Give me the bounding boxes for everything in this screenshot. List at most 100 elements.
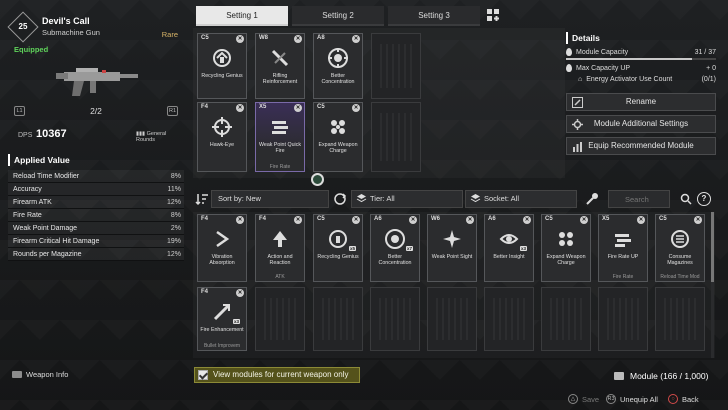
inventory-module-card[interactable]: C5 ✕ Expand Weapon Charge — [541, 214, 591, 282]
back-button[interactable]: ○ Back — [668, 394, 699, 404]
search-icon[interactable] — [680, 193, 692, 205]
weapon-level-badge: 25 — [7, 11, 39, 43]
socket-icon: ✕ — [352, 104, 360, 112]
weapon-header: 25 Devil's Call Submachine Gun Rare Equi… — [7, 10, 184, 54]
socket-icon: ✕ — [352, 35, 360, 43]
module-name: Fire Enhancement — [200, 327, 244, 333]
vibration-icon — [209, 226, 235, 252]
module-stack-count: x7 — [405, 246, 413, 251]
stat-label: Fire Rate — [13, 212, 42, 219]
empty-module-slot[interactable] — [371, 33, 421, 99]
help-icon[interactable]: ? — [697, 192, 711, 206]
stat-label: Accuracy — [13, 186, 42, 193]
stat-value: 12% — [166, 251, 181, 258]
equipped-module-card[interactable]: A8 ✕ Better Concentration — [313, 33, 363, 99]
inventory-module-card[interactable]: W6 ✕ Weak Point Sight — [427, 214, 477, 282]
dps-label: DPS — [18, 132, 33, 139]
equip-recommended-button[interactable]: Equip Recommended Module — [566, 137, 716, 155]
quick-fire-icon — [267, 114, 293, 140]
triangle-button-icon: △ — [568, 394, 578, 404]
inventory-module-card[interactable]: A6 ✕ x7 Better Concentration — [370, 214, 420, 282]
details-title: Details — [566, 32, 716, 44]
weapon-name: Devil's Call — [42, 16, 90, 26]
inventory-module-card[interactable]: F4 ✕ Vibration Absorption — [197, 214, 247, 282]
inventory-module-card[interactable]: C5 ✕ x5 Recycling Genius — [313, 214, 363, 282]
tab-setting-2[interactable]: Setting 2 — [292, 6, 384, 26]
search-input[interactable] — [608, 190, 670, 208]
socket-icon: ✕ — [352, 216, 360, 224]
next-weapon-key[interactable]: R1 — [167, 106, 178, 116]
recycle-module-icon — [325, 226, 351, 252]
module-name: Expand Weapon Charge — [546, 254, 586, 266]
module-capacity: C5 — [317, 104, 325, 110]
module-box-icon — [614, 372, 624, 380]
empty-module-slot[interactable] — [371, 102, 421, 172]
ammo-type: ▮▮▮ General Rounds — [136, 131, 184, 143]
applied-value-panel: Applied Value Reload Time Modifier 8% Acc… — [8, 154, 184, 261]
dps-row: DPS 10367 ▮▮▮ General Rounds — [18, 128, 184, 143]
inventory-module-card[interactable]: F4 ✕ x3 Fire Enhancement Bullet Improvem — [197, 287, 247, 351]
stat-label: Weak Point Damage — [13, 225, 78, 232]
socket-icon: ✕ — [294, 216, 302, 224]
inventory-module-card[interactable]: X5 ✕ Fire Rate UP Fire Rate — [598, 214, 648, 282]
module-stack-count: x3 — [232, 319, 240, 324]
module-name: Better Concentration — [378, 254, 412, 266]
socket-icon: ✕ — [409, 216, 417, 224]
inventory-module-card[interactable]: F4 ✕ Action and Reaction ATK — [255, 214, 305, 282]
module-subtype: ATK — [275, 274, 285, 280]
equipped-module-card[interactable]: C5 ✕ Recycling Genius — [197, 33, 247, 99]
magazine-icon — [667, 226, 693, 252]
stat-value: 2% — [170, 225, 181, 232]
insight-icon — [496, 226, 522, 252]
module-additional-settings-button[interactable]: Module Additional Settings — [566, 115, 716, 133]
equipped-module-card[interactable]: F4 ✕ Hawk-Eye — [197, 102, 247, 172]
save-button[interactable]: △ Save — [568, 394, 599, 404]
socket-icon: ✕ — [294, 35, 302, 43]
socket-icon: ✕ — [580, 216, 588, 224]
fire-rate-icon — [610, 226, 636, 252]
refresh-icon[interactable] — [333, 192, 347, 206]
socket-icon: ✕ — [466, 216, 474, 224]
sort-dropdown[interactable]: Sort by: New — [211, 190, 329, 208]
equip-recommended-label: Equip Recommended Module — [588, 141, 694, 150]
tab-setting-1[interactable]: Setting 1 — [196, 6, 288, 26]
inventory-module-card[interactable]: A6 ✕ x3 Better Insight — [484, 214, 534, 282]
tab-setting-3[interactable]: Setting 3 — [388, 6, 480, 26]
socket-dropdown[interactable]: Socket: All — [465, 190, 577, 208]
stat-label: Firearm ATK — [13, 199, 52, 206]
gear-icon — [572, 119, 583, 130]
concentration-module-icon — [325, 45, 351, 71]
module-capacity: F4 — [201, 216, 209, 222]
equipped-module-card[interactable]: X5 ✕ Weak Point Quick Fire Fire Rate — [255, 102, 305, 172]
brush-icon[interactable] — [585, 192, 599, 206]
equipped-module-card[interactable]: W8 ✕ Rifling Reinforcement — [255, 33, 305, 99]
stat-label: Firearm Critical Hit Damage — [13, 238, 100, 245]
module-subtype: Fire Rate — [612, 274, 634, 280]
empty-inventory-slot — [541, 287, 591, 351]
capacity-value: 31 / 37 — [694, 48, 716, 56]
module-capacity: C5 — [659, 216, 667, 222]
max-capacity-value: + 0 — [706, 64, 716, 72]
rifling-module-icon — [267, 45, 293, 71]
dps-value: 10367 — [36, 128, 67, 140]
stat-value: 19% — [166, 238, 181, 245]
checkbox-checked-icon[interactable] — [198, 370, 208, 380]
module-subtype: Fire Rate — [269, 164, 291, 170]
scrollbar-thumb[interactable] — [711, 212, 714, 282]
equipped-module-card[interactable]: C5 ✕ Expand Weapon Charge — [313, 102, 363, 172]
socket-icon: ✕ — [637, 216, 645, 224]
inventory-module-card[interactable]: C5 ✕ Consume Magazines Reload Time Mod — [655, 214, 705, 282]
view-current-weapon-toggle[interactable]: View modules for current weapon only — [194, 367, 360, 383]
unequip-all-button[interactable]: R3 Unequip All — [606, 394, 658, 404]
module-count-label: Module (166 / 1,000) — [630, 371, 709, 381]
grid-view-icon[interactable] — [484, 6, 502, 24]
rename-button[interactable]: Rename — [566, 93, 716, 111]
socket-icon: ✕ — [694, 216, 702, 224]
weapon-info-button[interactable]: Weapon Info — [12, 370, 68, 379]
view-current-weapon-label: View modules for current weapon only — [213, 370, 349, 379]
inventory-scrollbar[interactable] — [711, 212, 714, 358]
tier-dropdown[interactable]: Tier: All — [351, 190, 463, 208]
weapon-slot-count: 2/2 — [90, 106, 102, 116]
sort-order-icon[interactable] — [195, 192, 209, 206]
module-capacity: A6 — [374, 216, 382, 222]
